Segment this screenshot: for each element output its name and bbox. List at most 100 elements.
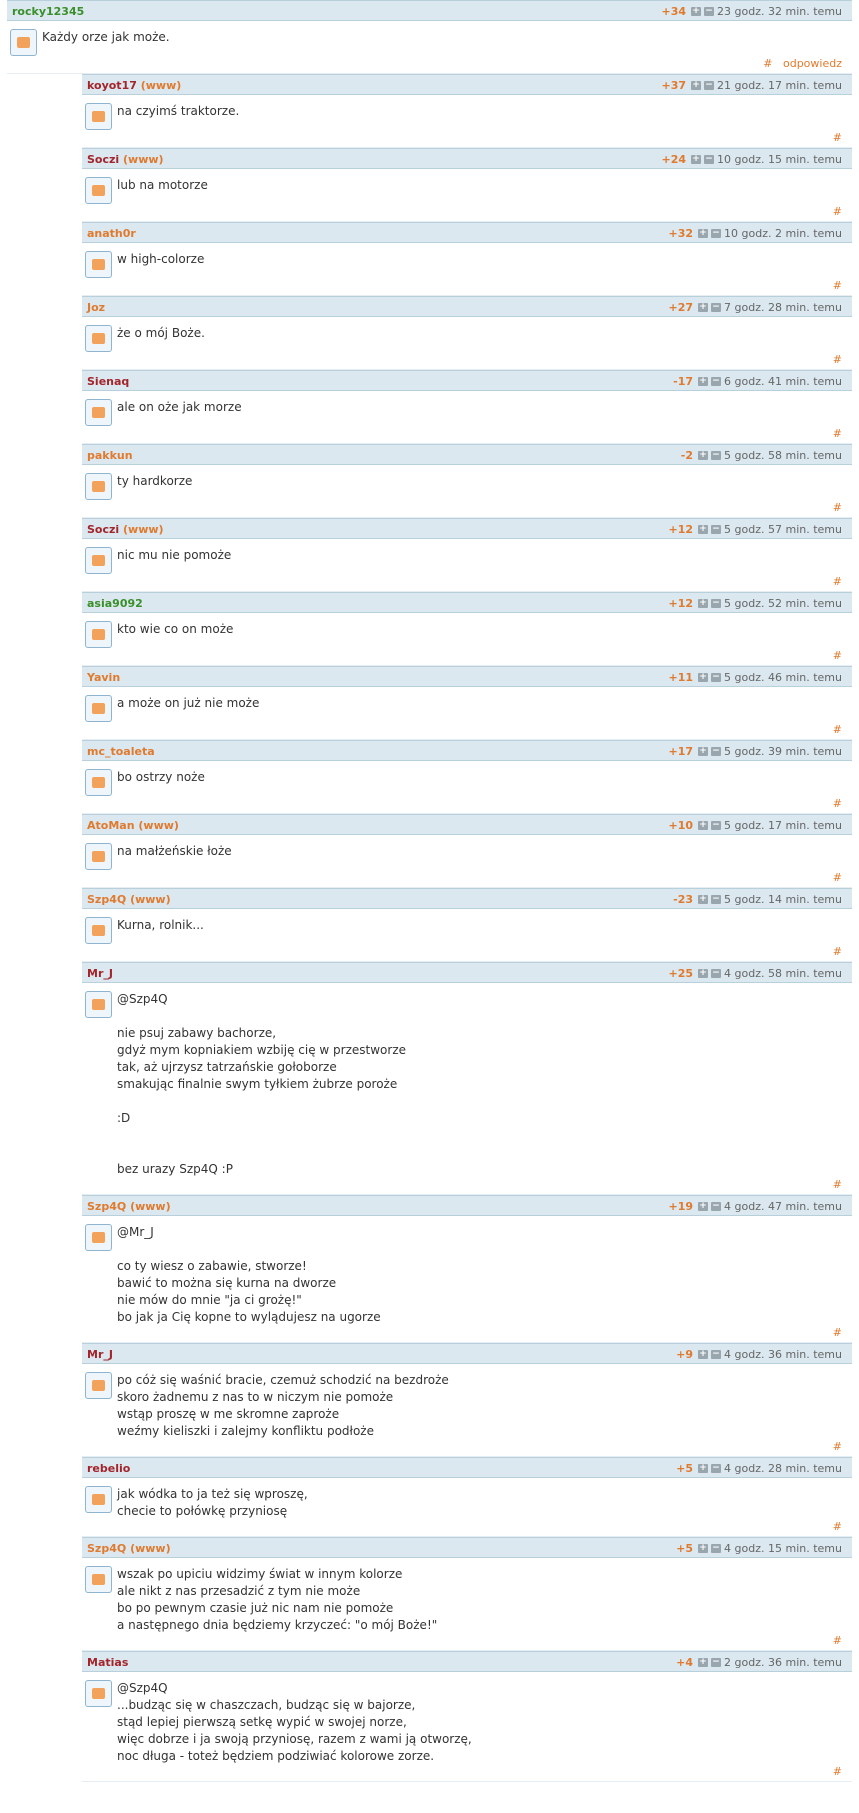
minus-icon[interactable]: − (704, 81, 715, 90)
avatar[interactable] (85, 547, 112, 574)
plus-icon[interactable]: + (698, 1350, 709, 1359)
minus-icon[interactable]: − (711, 229, 722, 238)
avatar[interactable] (85, 769, 112, 796)
username-link[interactable]: AtoMan (www) (87, 819, 179, 832)
plus-icon[interactable]: + (698, 747, 709, 756)
permalink-hash[interactable]: # (82, 575, 852, 591)
permalink-hash[interactable]: # (82, 1520, 852, 1536)
plus-icon[interactable]: + (698, 1464, 709, 1473)
permalink-hash[interactable]: # (82, 797, 852, 813)
permalink-hash[interactable]: # (82, 945, 852, 961)
username-link[interactable]: mc_toaleta (87, 745, 155, 758)
minus-icon[interactable]: − (711, 1658, 722, 1667)
permalink-hash[interactable]: # (82, 427, 852, 443)
avatar[interactable] (85, 917, 112, 944)
plus-icon[interactable]: + (698, 525, 709, 534)
minus-icon[interactable]: − (711, 969, 722, 978)
avatar[interactable] (85, 621, 112, 648)
plus-icon[interactable]: + (698, 1544, 709, 1553)
plus-icon[interactable]: + (698, 821, 709, 830)
avatar[interactable] (85, 843, 112, 870)
minus-icon[interactable]: − (711, 673, 722, 682)
permalink-hash[interactable]: # (82, 501, 852, 517)
plus-icon[interactable]: + (691, 7, 702, 16)
plus-icon[interactable]: + (698, 895, 709, 904)
plus-icon[interactable]: + (691, 81, 702, 90)
plus-icon[interactable]: + (698, 1658, 709, 1667)
username-link[interactable]: anath0r (87, 227, 136, 240)
www-link[interactable]: (www) (141, 79, 182, 92)
minus-icon[interactable]: − (711, 747, 722, 756)
minus-icon[interactable]: − (711, 895, 722, 904)
plus-icon[interactable]: + (698, 377, 709, 386)
avatar[interactable] (85, 1486, 112, 1513)
permalink-hash[interactable]: # (82, 279, 852, 295)
plus-icon[interactable]: + (698, 969, 709, 978)
permalink-hash[interactable]: # (82, 131, 852, 147)
avatar[interactable] (85, 1680, 112, 1707)
username-link[interactable]: Mr_J (87, 1348, 113, 1361)
plus-icon[interactable]: + (698, 229, 709, 238)
avatar[interactable] (85, 399, 112, 426)
permalink-hash[interactable]: # (82, 723, 852, 739)
minus-icon[interactable]: − (711, 1544, 722, 1553)
avatar[interactable] (85, 103, 112, 130)
avatar[interactable] (85, 991, 112, 1018)
username-link[interactable]: Joz (87, 301, 105, 314)
avatar[interactable] (85, 1372, 112, 1399)
username-link[interactable]: rebelio (87, 1462, 130, 1475)
www-link[interactable]: (www) (130, 893, 171, 906)
plus-icon[interactable]: + (698, 451, 709, 460)
username-link[interactable]: rocky12345 (12, 5, 84, 18)
www-link[interactable]: (www) (130, 1542, 171, 1555)
avatar[interactable] (85, 325, 112, 352)
username-link[interactable]: koyot17 (www) (87, 79, 181, 92)
minus-icon[interactable]: − (711, 1464, 722, 1473)
permalink-hash[interactable]: # (82, 871, 852, 887)
avatar[interactable] (10, 29, 37, 56)
username-link[interactable]: Matias (87, 1656, 128, 1669)
username-link[interactable]: Mr_J (87, 967, 113, 980)
minus-icon[interactable]: − (711, 377, 722, 386)
permalink-hash[interactable]: # (82, 1326, 852, 1342)
plus-icon[interactable]: + (698, 673, 709, 682)
avatar[interactable] (85, 695, 112, 722)
minus-icon[interactable]: − (711, 451, 722, 460)
avatar[interactable] (85, 473, 112, 500)
permalink-hash[interactable]: # (82, 1440, 852, 1456)
minus-icon[interactable]: − (711, 599, 722, 608)
permalink-hash[interactable]: # (82, 1765, 852, 1781)
reply-link[interactable]: odpowiedz (783, 57, 842, 70)
permalink-hash[interactable]: # (82, 1178, 852, 1194)
plus-icon[interactable]: + (698, 599, 709, 608)
minus-icon[interactable]: − (704, 7, 715, 16)
username-link[interactable]: Soczi (www) (87, 523, 164, 536)
username-link[interactable]: Sienaq (87, 375, 129, 388)
plus-icon[interactable]: + (698, 303, 709, 312)
minus-icon[interactable]: − (711, 525, 722, 534)
minus-icon[interactable]: − (704, 155, 715, 164)
avatar[interactable] (85, 1566, 112, 1593)
avatar[interactable] (85, 177, 112, 204)
username-link[interactable]: Szp4Q (www) (87, 1542, 171, 1555)
minus-icon[interactable]: − (711, 821, 722, 830)
www-link[interactable]: (www) (123, 153, 164, 166)
www-link[interactable]: (www) (138, 819, 179, 832)
username-link[interactable]: Szp4Q (www) (87, 893, 171, 906)
permalink-hash[interactable]: # (763, 57, 772, 70)
permalink-hash[interactable]: # (82, 205, 852, 221)
www-link[interactable]: (www) (130, 1200, 171, 1213)
www-link[interactable]: (www) (123, 523, 164, 536)
username-link[interactable]: Soczi (www) (87, 153, 164, 166)
username-link[interactable]: pakkun (87, 449, 133, 462)
permalink-hash[interactable]: # (82, 1634, 852, 1650)
minus-icon[interactable]: − (711, 1202, 722, 1211)
permalink-hash[interactable]: # (82, 649, 852, 665)
permalink-hash[interactable]: # (82, 353, 852, 369)
avatar[interactable] (85, 251, 112, 278)
plus-icon[interactable]: + (691, 155, 702, 164)
username-link[interactable]: asia9092 (87, 597, 143, 610)
minus-icon[interactable]: − (711, 1350, 722, 1359)
username-link[interactable]: Szp4Q (www) (87, 1200, 171, 1213)
avatar[interactable] (85, 1224, 112, 1251)
